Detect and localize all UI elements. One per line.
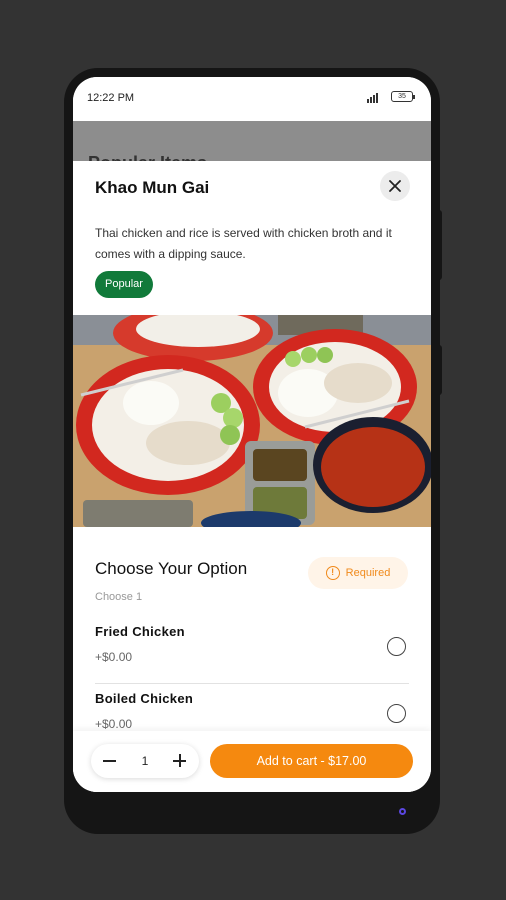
status-time: 12:22 PM xyxy=(87,92,135,104)
options-subtitle: Choose 1 xyxy=(95,591,143,603)
add-to-cart-button[interactable]: Add to cart - $17.00 xyxy=(210,744,413,778)
item-photo xyxy=(73,315,431,527)
status-bar: 12:22 PM 35 xyxy=(73,77,431,121)
option-price: +$0.00 xyxy=(95,650,133,664)
option-name: Fried Chicken xyxy=(95,624,185,639)
option-radio[interactable] xyxy=(387,704,406,723)
side-button xyxy=(436,345,442,395)
nav-indicator xyxy=(399,808,406,815)
background-overlay[interactable]: Popular Items xyxy=(73,121,431,173)
info-icon: ! xyxy=(325,566,340,580)
item-description: Thai chicken and rice is served with chi… xyxy=(95,226,392,261)
cart-footer: 1 Add to cart - $17.00 xyxy=(73,731,431,792)
option-price: +$0.00 xyxy=(95,717,133,731)
quantity-value: 1 xyxy=(141,754,149,768)
options-title: Choose Your Option xyxy=(95,559,248,578)
option-name: Boiled Chicken xyxy=(95,691,194,706)
minus-icon[interactable] xyxy=(102,753,118,769)
item-title: Khao Mun Gai xyxy=(95,178,210,197)
battery-icon: 35 xyxy=(391,91,415,102)
side-button xyxy=(436,210,442,280)
option-row[interactable]: Fried Chicken +$0.00 xyxy=(95,616,409,683)
required-badge: ! Required xyxy=(308,557,408,589)
close-icon xyxy=(389,180,401,192)
quantity-stepper: 1 xyxy=(91,744,199,778)
popular-badge: Popular xyxy=(95,271,153,298)
item-sheet: Khao Mun Gai Thai chicken and rice is se… xyxy=(73,161,431,792)
required-label: Required xyxy=(345,567,391,579)
signal-icon xyxy=(367,91,378,103)
close-button[interactable] xyxy=(380,171,410,201)
option-radio[interactable] xyxy=(387,637,406,656)
screen: 12:22 PM 35 Popular Items Khao Mun Gai T… xyxy=(73,77,431,792)
plus-icon[interactable] xyxy=(172,753,188,769)
